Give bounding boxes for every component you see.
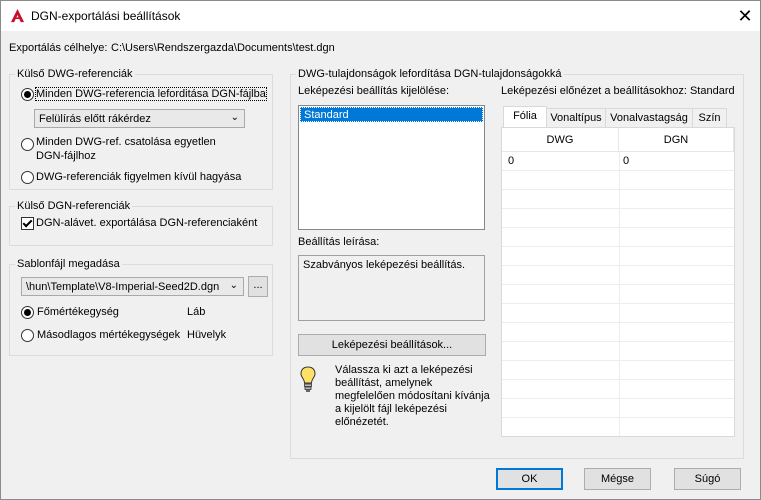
radio-bind-single[interactable] [21, 138, 34, 151]
table-row [502, 190, 734, 209]
tab-layer[interactable]: Fólia [503, 106, 547, 128]
cell-dwg: 0 [508, 155, 515, 167]
cancel-button[interactable]: Mégse [584, 468, 651, 490]
lightbulb-icon [300, 366, 316, 392]
preview-grid: DWG DGN 0 0 [501, 127, 735, 437]
tab-lineweight[interactable]: Vonalvastagság [605, 108, 693, 128]
table-row [502, 380, 734, 399]
table-row [502, 228, 734, 247]
description-text: Szabványos leképezési beállítás. [303, 259, 466, 271]
seed-file-combo[interactable]: \hun\Template\V8-Imperial-Seed2D.dgn ⌄ [21, 277, 244, 296]
export-target-label: Exportálás célhelye: [9, 42, 108, 54]
ok-button[interactable]: OK [496, 468, 563, 490]
radio-sub-units[interactable] [21, 329, 34, 342]
column-header-dwg: DWG [502, 128, 619, 152]
table-row [502, 323, 734, 342]
table-row [502, 209, 734, 228]
list-item[interactable]: Standard [300, 107, 483, 122]
radio-translate-all-label[interactable]: Minden DWG-referencia leforditása DGN-fá… [35, 87, 267, 101]
external-dgn-title: Külső DGN-referenciák [15, 200, 133, 212]
table-row [502, 171, 734, 190]
browse-button[interactable]: ... [248, 276, 268, 297]
radio-ignore[interactable] [21, 171, 34, 184]
table-row [502, 247, 734, 266]
sub-units-value: Hüvelyk [187, 329, 227, 341]
radio-bind-single-label[interactable]: Minden DWG-ref. csatolása egyetlen DGN-f… [36, 135, 216, 163]
help-button[interactable]: Súgó [674, 468, 741, 490]
window-title: DGN-exportálási beállítások [31, 9, 181, 23]
table-row [502, 361, 734, 380]
tip-text: Válassza ki azt a leképezési beállítást,… [335, 364, 490, 428]
seed-file-path: \hun\Template\V8-Imperial-Seed2D.dgn [26, 281, 220, 293]
table-row [502, 285, 734, 304]
radio-ignore-label[interactable]: DWG-referenciák figyelmen kívül hagyása [36, 171, 241, 183]
cell-dgn: 0 [623, 155, 630, 167]
close-icon[interactable]: ✕ [731, 3, 759, 29]
export-target-path: C:\Users\Rendszergazda\Documents\test.dg… [111, 42, 335, 54]
overwrite-combo-value: Felülírás előtt rákérdez [39, 113, 151, 125]
radio-translate-all[interactable] [21, 88, 34, 101]
mapping-setup-button[interactable]: Leképezési beállítások... [298, 334, 486, 356]
description-label: Beállítás leírása: [298, 236, 380, 248]
tab-linetype[interactable]: Vonaltípus [546, 108, 606, 128]
table-row [502, 266, 734, 285]
title-bar: DGN-exportálási beállítások ✕ [1, 1, 760, 31]
table-row: 0 0 [502, 152, 734, 171]
chevron-down-icon: ⌄ [230, 112, 239, 123]
master-units-value: Láb [187, 306, 206, 318]
external-dwg-title: Külső DWG-referenciák [15, 68, 135, 80]
column-divider [619, 152, 620, 436]
table-row [502, 399, 734, 418]
preview-label: Leképezési előnézet a beállításokhoz: St… [501, 85, 735, 97]
chevron-down-icon: ⌄ [229, 280, 238, 291]
column-header-dgn: DGN [619, 128, 734, 152]
mapping-select-label: Leképezési beállítás kijelölése: [298, 85, 450, 97]
tab-color[interactable]: Szín [692, 108, 727, 128]
dgn-export-checkbox[interactable] [21, 217, 34, 230]
master-units-label[interactable]: Főmértékegység [37, 306, 119, 318]
table-row [502, 304, 734, 323]
seed-file-title: Sablonfájl megadása [15, 258, 122, 270]
table-row [502, 342, 734, 361]
dialog-window: DGN-exportálási beállítások ✕ Exportálás… [0, 0, 761, 500]
radio-master-units[interactable] [21, 306, 34, 319]
description-box: Szabványos leképezési beállítás. [298, 255, 485, 321]
mapping-title: DWG-tulajdonságok lefordítása DGN-tulajd… [296, 68, 564, 80]
dgn-export-checkbox-label[interactable]: DGN-alávet. exportálása DGN-referenciaké… [36, 217, 257, 229]
mapping-setup-list[interactable]: Standard [298, 105, 485, 230]
autocad-app-icon [10, 8, 25, 23]
overwrite-combo[interactable]: Felülírás előtt rákérdez ⌄ [34, 109, 245, 128]
sub-units-label[interactable]: Másodlagos mértékegységek [37, 329, 180, 341]
